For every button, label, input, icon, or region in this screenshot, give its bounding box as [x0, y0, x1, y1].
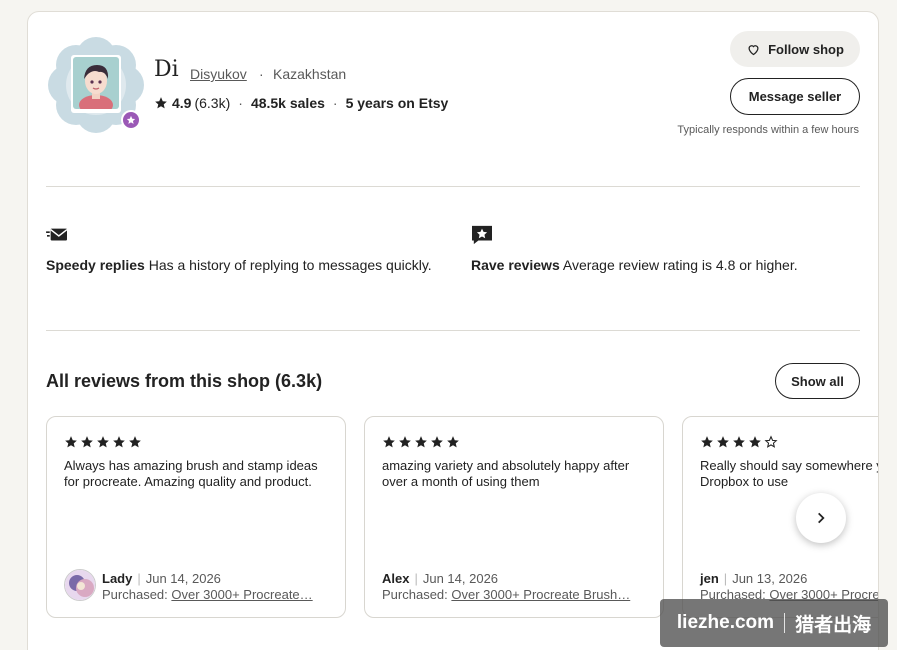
follow-shop-label: Follow shop — [768, 41, 844, 57]
purchased-label: Purchased: — [382, 587, 448, 602]
review-date: Jun 13, 2026 — [732, 571, 808, 586]
star-filled-icon — [415, 436, 427, 448]
review-text: Always has amazing brush and stamp ideas… — [64, 458, 318, 489]
watermark: liezhe.com 猎者出海 — [660, 599, 888, 647]
feature-speedy-replies: Speedy replies Has a history of replying… — [46, 225, 436, 276]
star-filled-icon — [129, 436, 141, 448]
envelope-fast-icon — [46, 228, 68, 241]
reviewer-name[interactable]: Alex — [382, 571, 409, 586]
purchased-item-link[interactable]: Over 3000+ Procreate Brush… — [451, 587, 630, 602]
star-rating — [700, 435, 778, 449]
star-rating — [64, 435, 142, 449]
divider — [46, 330, 860, 331]
feature-title: Speedy replies — [46, 257, 145, 273]
shop-name: Di — [154, 57, 179, 82]
watermark-brand: 猎者出海 — [795, 614, 872, 636]
show-all-button[interactable]: Show all — [775, 363, 860, 399]
reviews-section-title: All reviews from this shop (6.3k) — [46, 371, 323, 391]
star-seller-badge — [121, 110, 141, 130]
separator-dot: · — [332, 95, 338, 111]
review-text: Really should say somewhere you need Dro… — [700, 458, 878, 489]
shop-country: Kazakhstan — [273, 66, 347, 82]
rating-count: (6.3k) — [194, 95, 231, 111]
review-date: Jun 14, 2026 — [145, 571, 221, 586]
star-filled-icon — [113, 436, 125, 448]
reviewer-avatar — [64, 569, 96, 601]
purchased-label: Purchased: — [102, 587, 168, 602]
star-icon — [155, 97, 167, 109]
heart-icon — [748, 44, 759, 55]
shop-avatar[interactable] — [48, 37, 144, 133]
separator-dot: · — [259, 66, 264, 82]
shop-sales: 48.5k sales — [250, 95, 325, 111]
review-date: Jun 14, 2026 — [422, 571, 499, 586]
reviewer-name[interactable]: jen — [700, 571, 719, 586]
star-filled-icon — [81, 436, 93, 448]
watermark-site: liezhe.com — [676, 612, 775, 633]
chevron-right-icon — [818, 512, 825, 524]
message-seller-label: Message seller — [748, 89, 842, 104]
star-badge-icon — [126, 115, 136, 124]
purchased-item-link[interactable]: Over 3000+ Procreate… — [171, 587, 312, 602]
review-star-bubble-icon — [472, 225, 492, 245]
feature-rave-reviews: Rave reviews Average review rating is 4.… — [471, 225, 851, 276]
star-filled-icon — [383, 436, 395, 448]
star-filled-icon — [399, 436, 411, 448]
shop-years: 5 years on Etsy — [345, 95, 449, 111]
star-filled-icon — [65, 436, 77, 448]
star-filled-icon — [431, 436, 443, 448]
divider — [46, 186, 860, 187]
feature-text: Average review rating is 4.8 or higher. — [562, 257, 798, 273]
review-card[interactable]: Always has amazing brush and stamp ideas… — [46, 416, 346, 618]
star-filled-icon — [717, 436, 729, 448]
review-text: amazing variety and absolutely happy aft… — [382, 458, 630, 489]
show-all-label: Show all — [791, 373, 844, 389]
review-meta: Lady | Jun 14, 2026 Purchased: Over 3000+ … — [102, 571, 313, 602]
reviewer-name[interactable]: Lady — [102, 571, 132, 586]
star-filled-icon — [749, 436, 761, 448]
feature-text: Has a history of replying to messages qu… — [148, 257, 432, 273]
avatar-portrait — [73, 57, 119, 109]
reviews-next-button[interactable] — [796, 493, 846, 543]
review-meta: Alex | Jun 14, 2026 Purchased: Over 3000+ … — [382, 571, 631, 602]
star-filled-icon — [97, 436, 109, 448]
star-filled-icon — [447, 436, 459, 448]
shop-rating: 4.9 — [172, 95, 192, 111]
response-time-note: Typically responds within a few hours — [677, 124, 859, 136]
review-card[interactable]: amazing variety and absolutely happy aft… — [364, 416, 664, 618]
message-seller-button[interactable]: Message seller — [730, 78, 860, 115]
star-filled-icon — [733, 436, 745, 448]
star-rating — [382, 435, 460, 449]
shop-owner-link[interactable]: Disyukov — [190, 66, 247, 82]
watermark-divider — [784, 613, 786, 633]
star-filled-icon — [701, 436, 713, 448]
star-empty-icon — [764, 435, 778, 448]
shop-card: Di Disyukov · Kazakhstan 4.9 (6.3k) · 48… — [27, 11, 879, 650]
follow-shop-button[interactable]: Follow shop — [730, 31, 860, 67]
feature-title: Rave reviews — [471, 257, 560, 273]
shop-stats: 4.9 (6.3k) · 48.5k sales · 5 years on Et… — [154, 95, 448, 111]
review-card[interactable]: Really should say somewhere you need Dro… — [682, 416, 878, 618]
separator-dot: · — [238, 95, 243, 111]
